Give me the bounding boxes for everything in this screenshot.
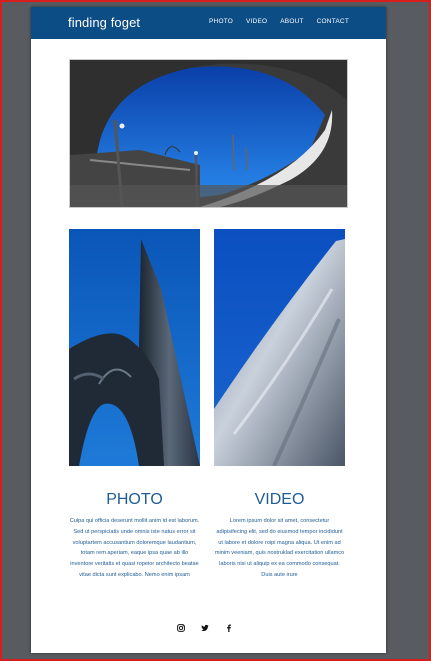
photo-description: Culpa qui officia deserunt mollit anim i… xyxy=(69,518,200,578)
nav-link-photo[interactable]: PHOTO xyxy=(209,18,233,26)
video-description: Lorem ipsum dolor sit amet, consectetur … xyxy=(214,518,345,578)
nav-link-contact[interactable]: CONTACT xyxy=(317,18,349,26)
facebook-icon[interactable] xyxy=(225,624,233,632)
navbar: finding foget PHOTO VIDEO ABOUT CONTACT xyxy=(31,7,386,39)
nav-link-about[interactable]: ABOUT xyxy=(280,18,303,26)
web-page: finding foget PHOTO VIDEO ABOUT CONTACT xyxy=(31,7,386,653)
sculpture-photo-right xyxy=(214,229,345,466)
hero-image xyxy=(69,59,348,208)
instagram-icon[interactable] xyxy=(177,624,185,632)
video-heading: VIDEO xyxy=(254,491,305,508)
photo-heading: PHOTO xyxy=(106,491,163,508)
sculpture-photo-left xyxy=(69,229,200,466)
social-links xyxy=(177,624,233,632)
site-brand[interactable]: finding foget xyxy=(68,16,140,30)
twitter-icon[interactable] xyxy=(201,624,209,632)
main-nav: PHOTO VIDEO ABOUT CONTACT xyxy=(209,18,349,26)
nav-link-video[interactable]: VIDEO xyxy=(246,18,267,26)
